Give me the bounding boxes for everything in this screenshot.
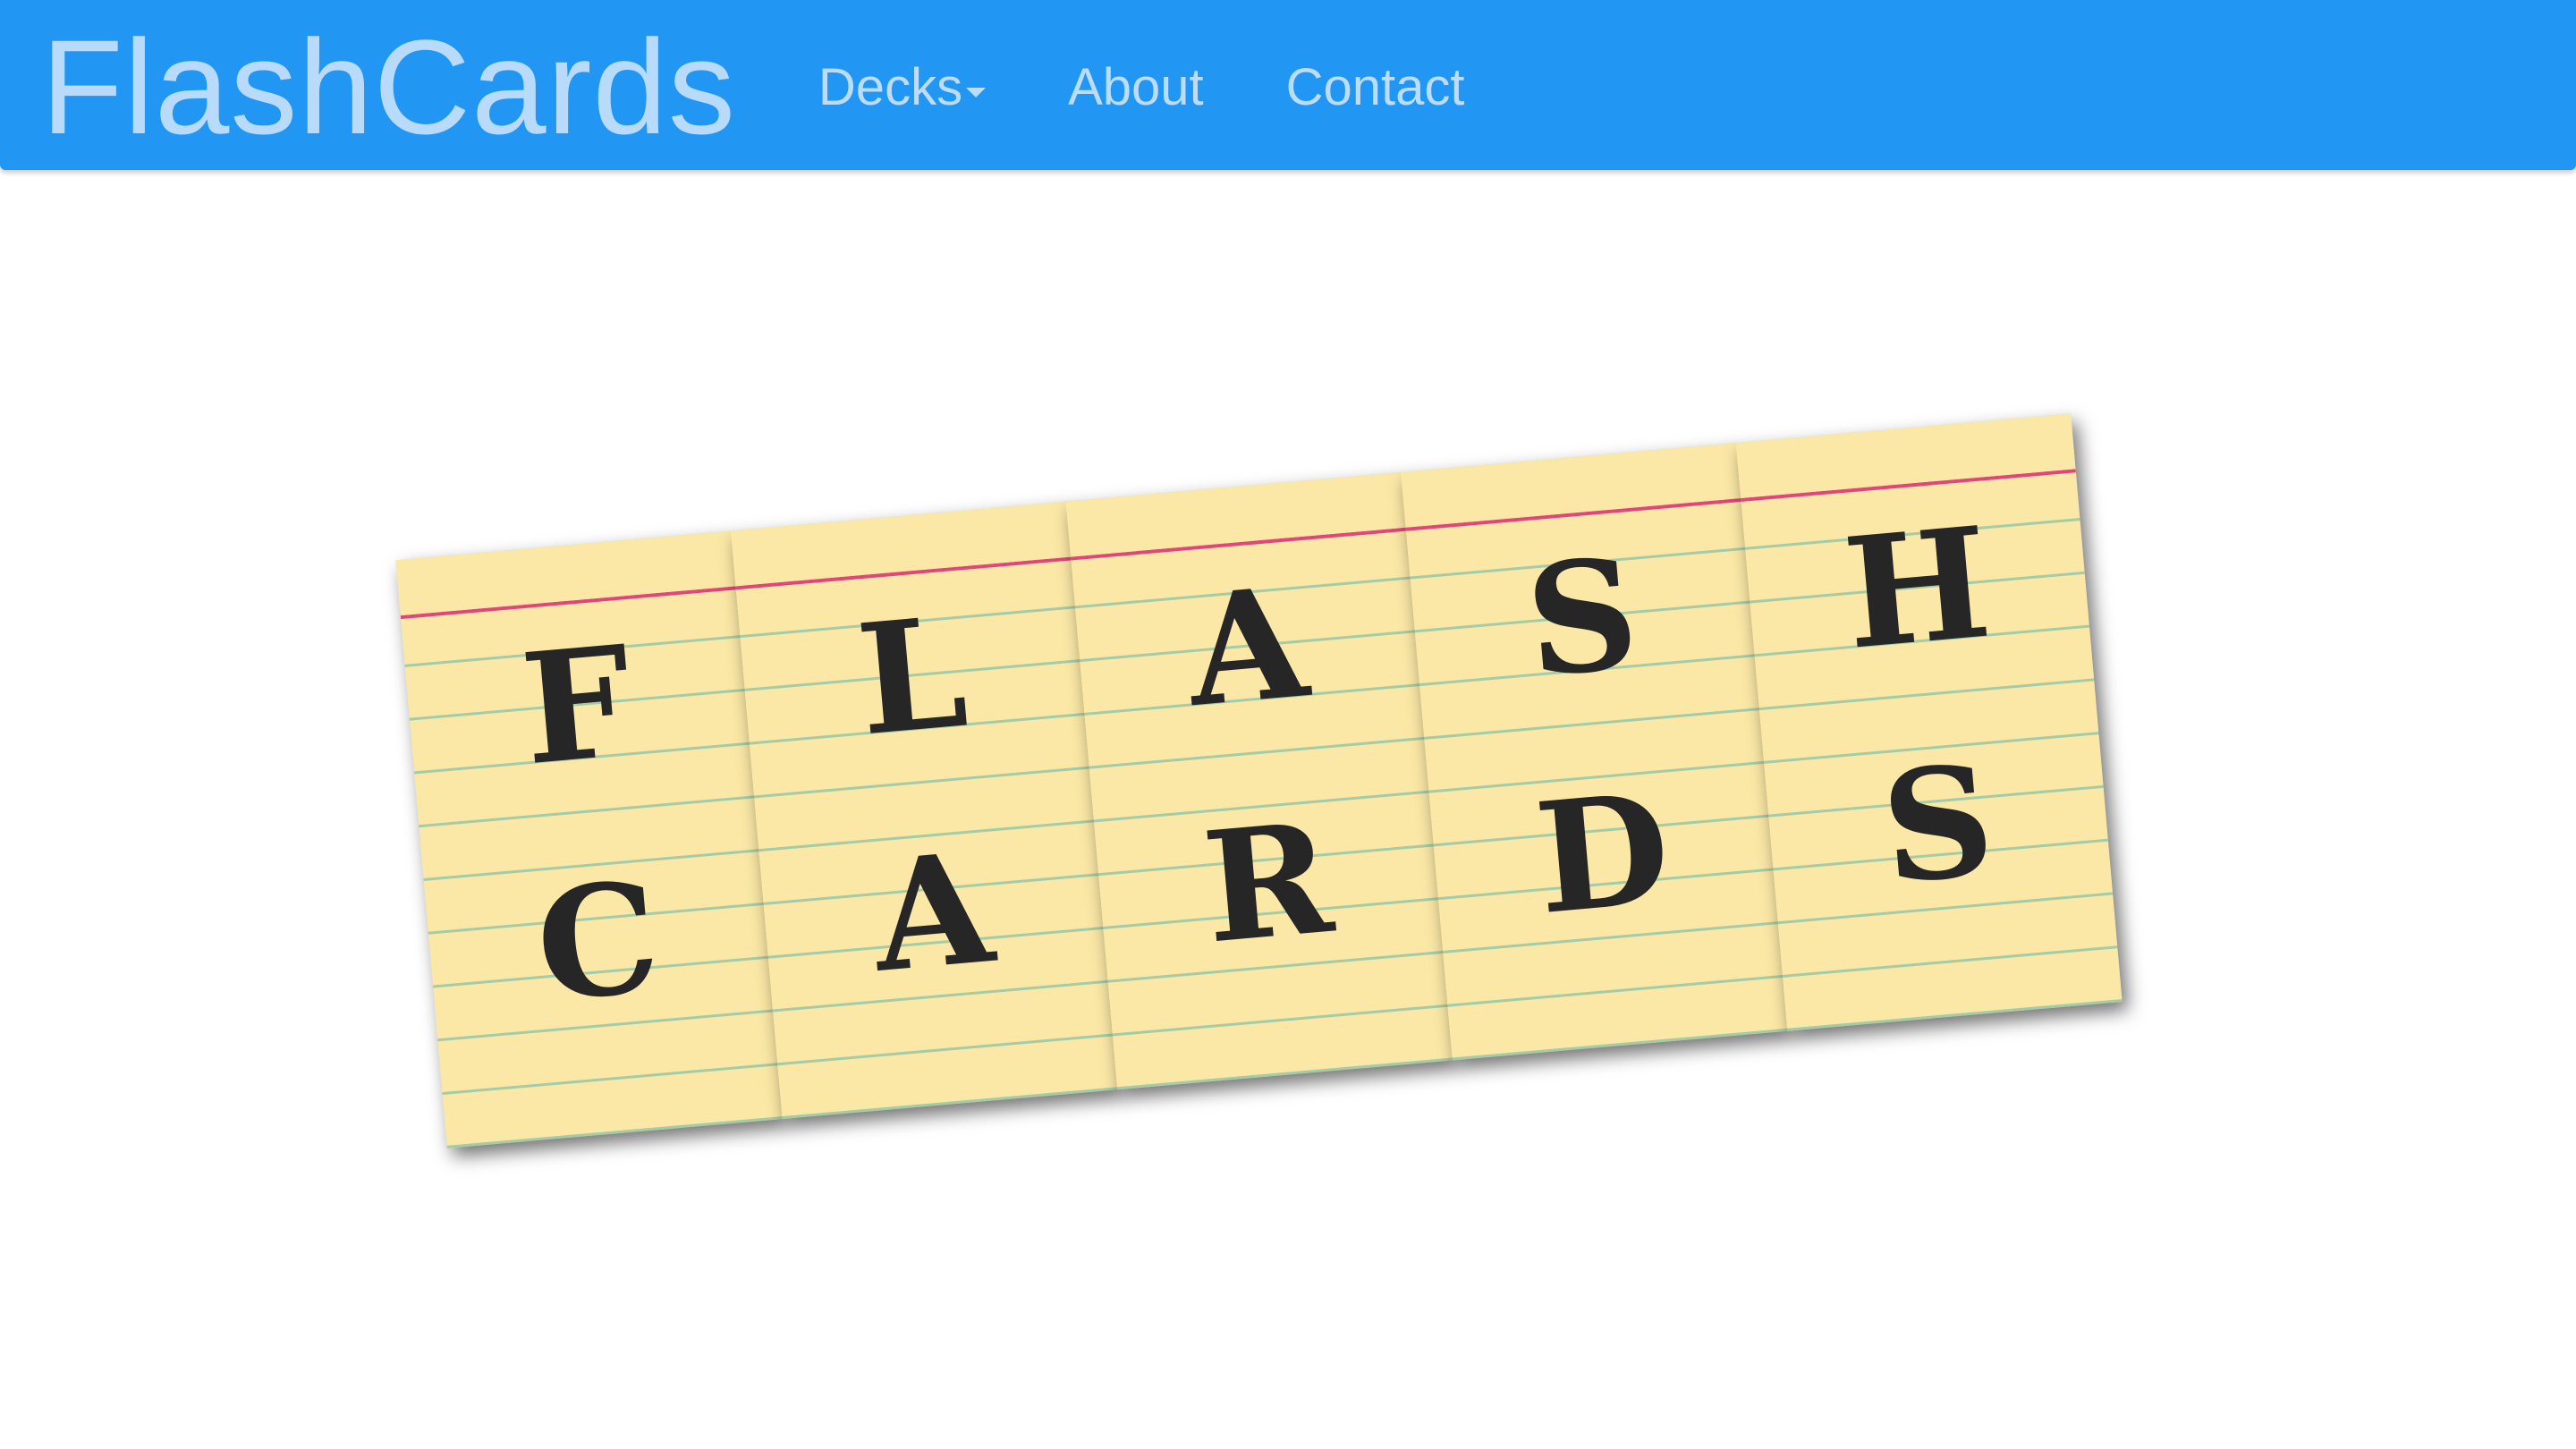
- card-letter-top: F: [515, 612, 640, 801]
- flashcards-logo-image: F C L A A R S D H S: [395, 408, 2189, 1201]
- flashcard-5: H S: [1735, 413, 2123, 1031]
- card-letter-bottom: A: [866, 818, 1000, 1007]
- hero-image: F C L A A R S D H S: [0, 0, 2576, 1449]
- flashcard-3: A R: [1065, 472, 1453, 1090]
- card-letter-top: L: [851, 582, 974, 771]
- card-letter-bottom: R: [1197, 788, 1339, 979]
- card-letter-top: A: [1181, 553, 1314, 742]
- flashcard-2: L A: [730, 501, 1117, 1120]
- card-letter-top: S: [1520, 523, 1645, 712]
- card-letter-bottom: S: [1875, 731, 2001, 919]
- card-letter-bottom: C: [530, 847, 666, 1037]
- flashcard-4: S D: [1401, 443, 1788, 1061]
- card-letter-top: H: [1837, 493, 1997, 684]
- card-letter-bottom: D: [1529, 758, 1677, 950]
- flashcard-1: F C: [395, 530, 783, 1148]
